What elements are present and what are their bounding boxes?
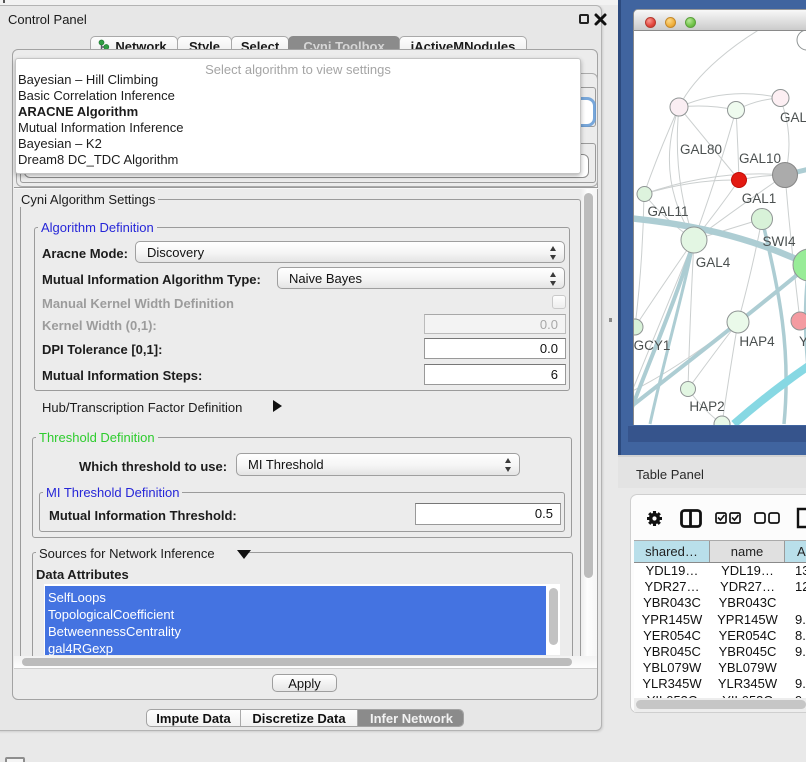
svg-text:GAL11: GAL11 — [647, 204, 688, 219]
svg-text:GCY1: GCY1 — [634, 338, 670, 353]
svg-text:GAL10: GAL10 — [739, 151, 781, 166]
svg-text:HAP2: HAP2 — [689, 399, 724, 414]
svg-text:GAL7: GAL7 — [780, 110, 806, 125]
svg-text:SWI4: SWI4 — [762, 234, 795, 249]
svg-text:GAL1: GAL1 — [742, 191, 777, 206]
svg-text:GAL80: GAL80 — [680, 142, 722, 157]
svg-text:GAL4: GAL4 — [696, 255, 731, 270]
svg-text:HAP4: HAP4 — [739, 334, 775, 349]
svg-text:YJ: YJ — [799, 334, 806, 349]
